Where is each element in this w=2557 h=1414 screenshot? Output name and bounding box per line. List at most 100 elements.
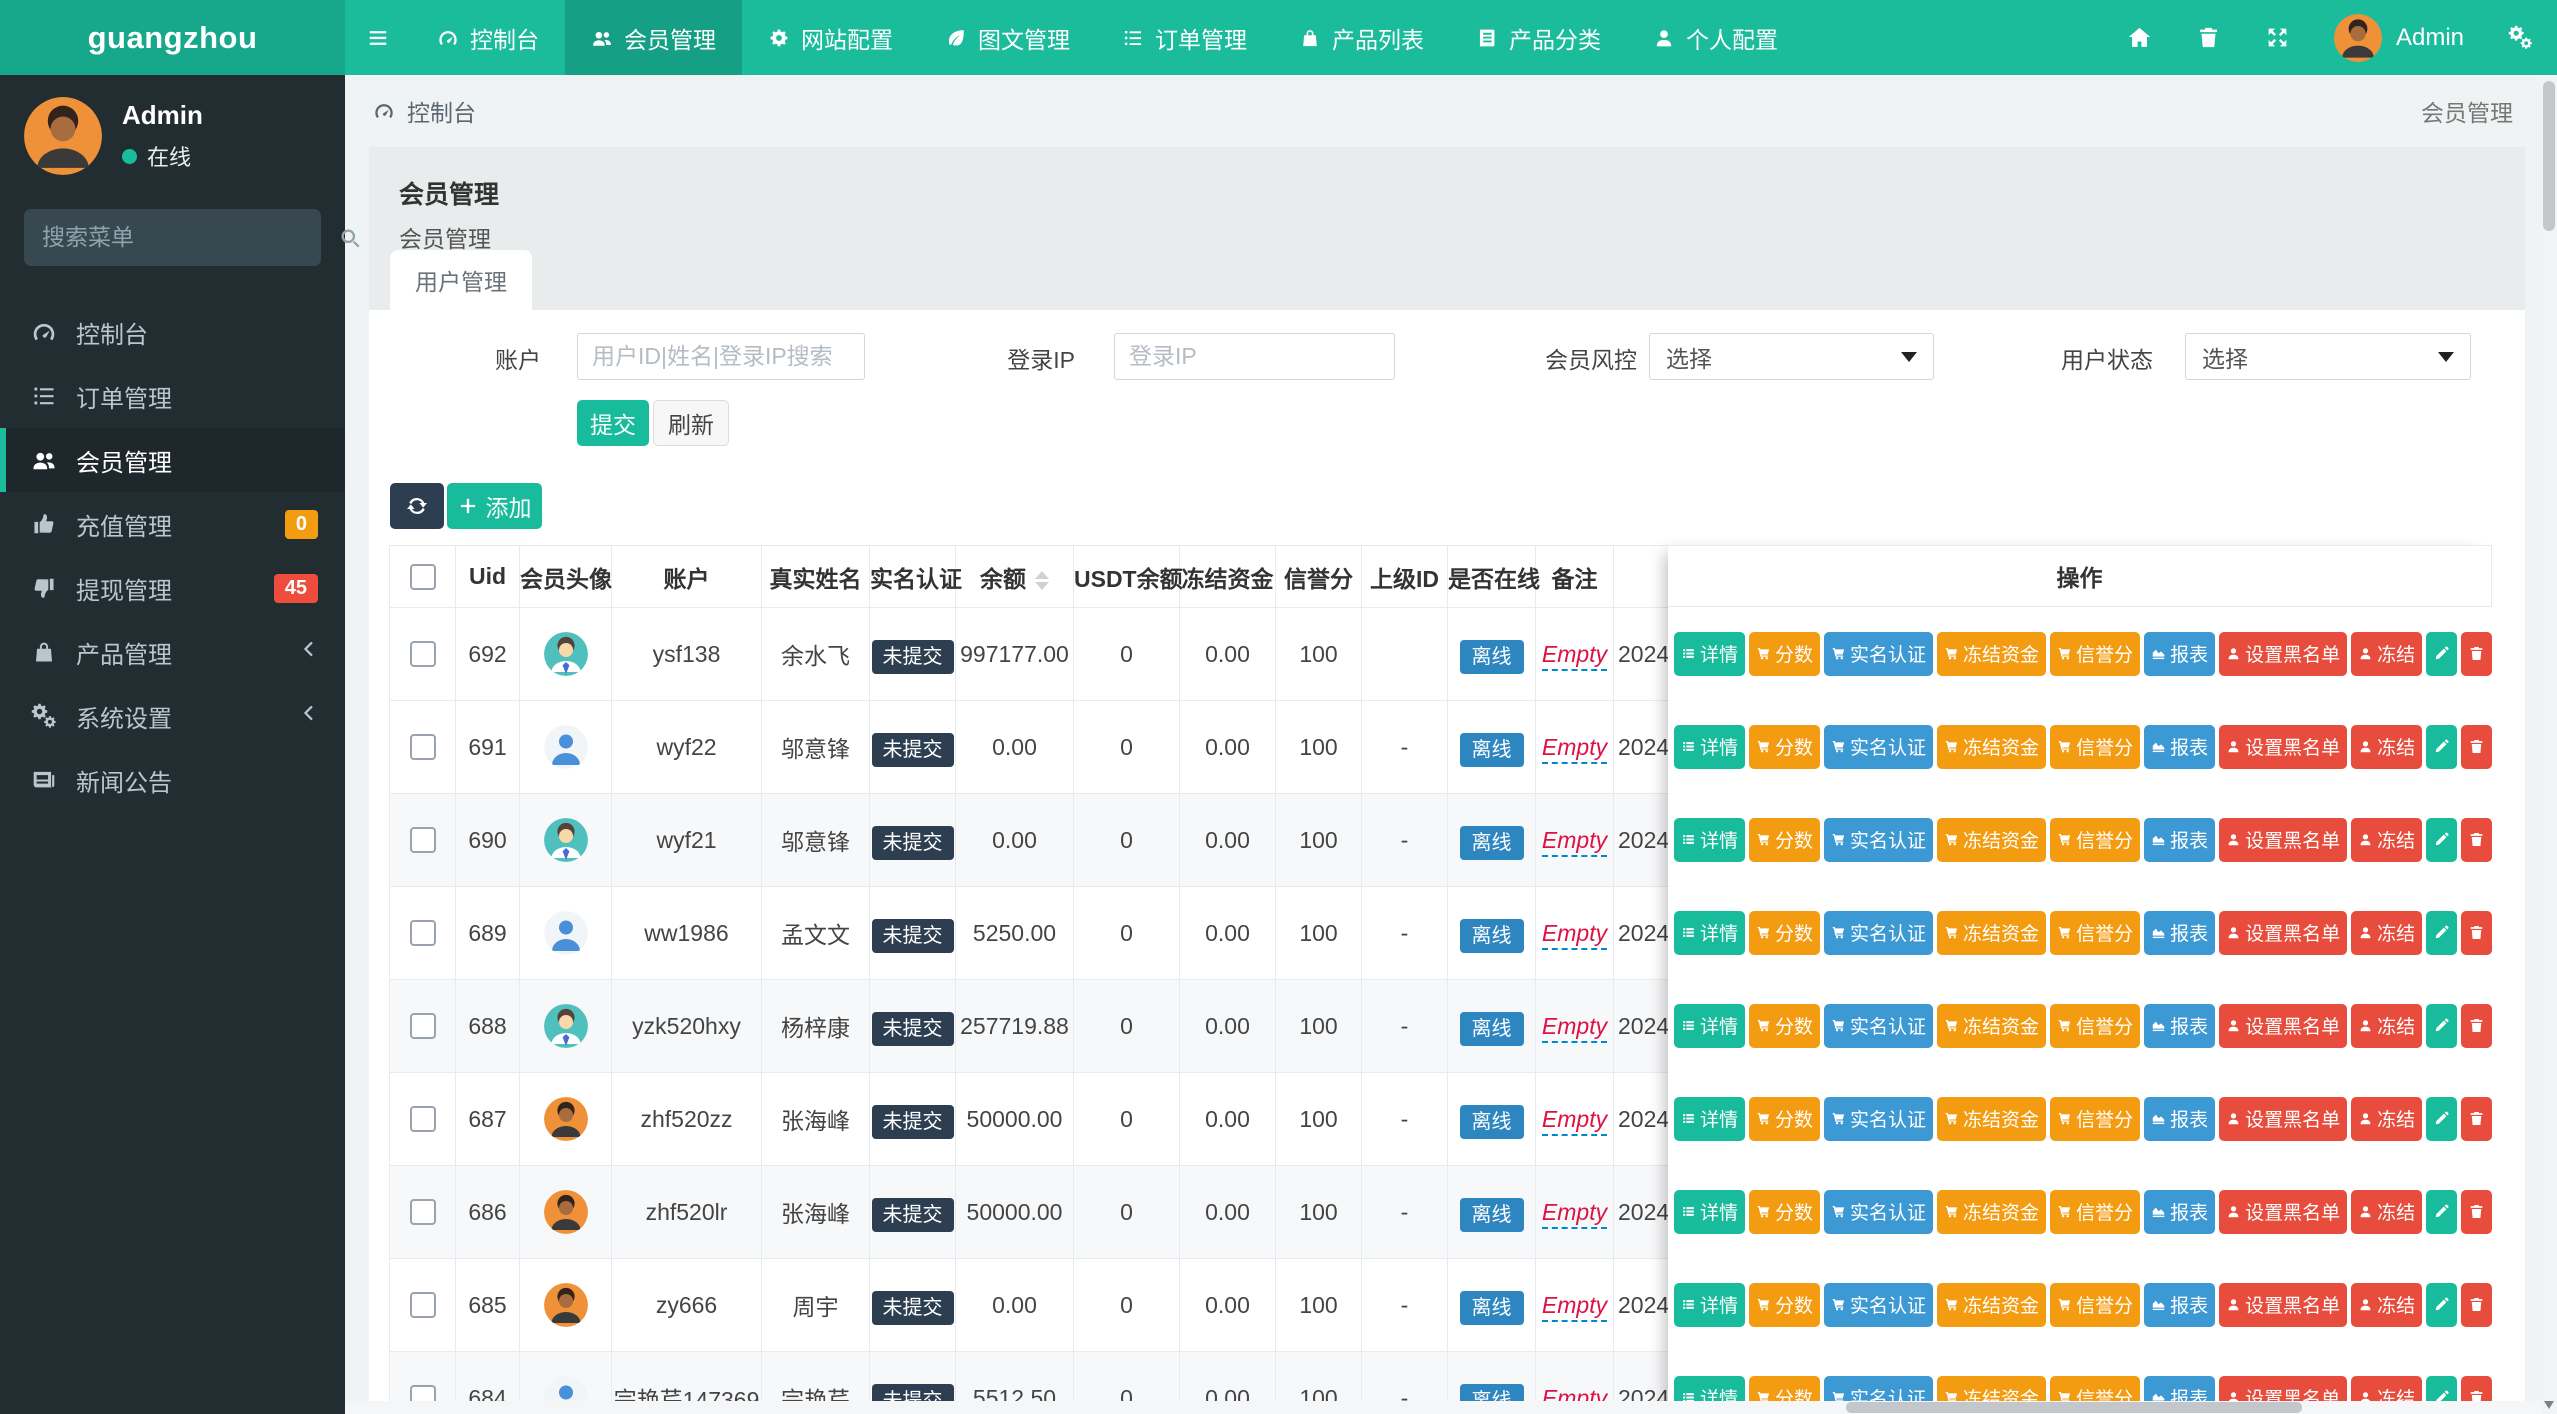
- sort-carets-icon[interactable]: [1035, 570, 1049, 590]
- row-checkbox-cell[interactable]: [389, 607, 456, 701]
- remark-cell[interactable]: Empty: [1535, 886, 1614, 980]
- user-menu[interactable]: Admin: [2333, 13, 2464, 62]
- account-search-input[interactable]: [577, 333, 865, 380]
- action-button-设置黑名单[interactable]: 设置黑名单: [2219, 817, 2348, 862]
- sidebar-item-系统设置[interactable]: 系统设置: [0, 684, 345, 748]
- action-button-分数[interactable]: 分数: [1749, 910, 1821, 955]
- remark-editable[interactable]: Empty: [1541, 826, 1608, 857]
- remark-cell[interactable]: Empty: [1535, 607, 1614, 701]
- action-button-冻结资金[interactable]: 冻结资金: [1937, 817, 2047, 862]
- action-button-设置黑名单[interactable]: 设置黑名单: [2219, 1096, 2348, 1141]
- action-button-分数[interactable]: 分数: [1749, 1096, 1821, 1141]
- action-button-冻结[interactable]: 冻结: [2351, 1282, 2423, 1327]
- action-button-信誉分[interactable]: 信誉分: [2050, 817, 2141, 862]
- sidebar-item-产品管理[interactable]: 产品管理: [0, 620, 345, 684]
- action-button-pencil[interactable]: [2426, 1096, 2458, 1141]
- action-button-trash[interactable]: [2461, 631, 2492, 676]
- action-button-trash[interactable]: [2461, 1003, 2492, 1048]
- topnav-item-图文管理[interactable]: 图文管理: [919, 0, 1096, 75]
- action-button-详情[interactable]: 详情: [1674, 1096, 1746, 1141]
- action-button-信誉分[interactable]: 信誉分: [2050, 910, 2141, 955]
- remark-editable[interactable]: Empty: [1541, 640, 1608, 671]
- action-button-trash[interactable]: [2461, 910, 2492, 955]
- action-button-实名认证[interactable]: 实名认证: [1824, 817, 1934, 862]
- remark-editable[interactable]: Empty: [1541, 919, 1608, 950]
- row-checkbox-cell[interactable]: [389, 1258, 456, 1352]
- action-button-分数[interactable]: 分数: [1749, 724, 1821, 769]
- action-button-设置黑名单[interactable]: 设置黑名单: [2219, 724, 2348, 769]
- remark-editable[interactable]: Empty: [1541, 1198, 1608, 1229]
- action-button-报表[interactable]: 报表: [2144, 1189, 2216, 1234]
- row-checkbox[interactable]: [409, 1013, 436, 1039]
- action-button-分数[interactable]: 分数: [1749, 817, 1821, 862]
- action-button-trash[interactable]: [2461, 724, 2492, 769]
- action-button-实名认证[interactable]: 实名认证: [1824, 1189, 1934, 1234]
- action-button-报表[interactable]: 报表: [2144, 724, 2216, 769]
- member-risk-select[interactable]: 选择: [1649, 333, 1934, 380]
- remark-cell[interactable]: Empty: [1535, 1072, 1614, 1166]
- action-button-pencil[interactable]: [2426, 724, 2458, 769]
- action-button-冻结资金[interactable]: 冻结资金: [1937, 1282, 2047, 1327]
- action-button-实名认证[interactable]: 实名认证: [1824, 1003, 1934, 1048]
- action-button-分数[interactable]: 分数: [1749, 1282, 1821, 1327]
- action-button-冻结[interactable]: 冻结: [2351, 1003, 2423, 1048]
- horizontal-scrollbar[interactable]: [345, 1401, 2541, 1414]
- action-button-分数[interactable]: 分数: [1749, 1189, 1821, 1234]
- scroll-down-arrow-icon[interactable]: [2544, 1401, 2554, 1409]
- remark-editable[interactable]: Empty: [1541, 1012, 1608, 1043]
- action-button-设置黑名单[interactable]: 设置黑名单: [2219, 1189, 2348, 1234]
- action-button-设置黑名单[interactable]: 设置黑名单: [2219, 631, 2348, 676]
- tab-user-management[interactable]: 用户管理: [390, 250, 532, 310]
- action-button-实名认证[interactable]: 实名认证: [1824, 910, 1934, 955]
- table-refresh-button[interactable]: [390, 483, 444, 529]
- action-button-设置黑名单[interactable]: 设置黑名单: [2219, 1003, 2348, 1048]
- action-button-分数[interactable]: 分数: [1749, 1003, 1821, 1048]
- action-button-报表[interactable]: 报表: [2144, 910, 2216, 955]
- refresh-button[interactable]: 刷新: [653, 400, 729, 446]
- action-button-信誉分[interactable]: 信誉分: [2050, 1003, 2141, 1048]
- trash-icon[interactable]: [2196, 25, 2221, 50]
- action-button-冻结[interactable]: 冻结: [2351, 910, 2423, 955]
- action-button-详情[interactable]: 详情: [1674, 1282, 1746, 1327]
- sidebar-item-充值管理[interactable]: 充值管理 0: [0, 492, 345, 556]
- horizontal-scrollbar-thumb[interactable]: [1846, 1402, 2302, 1413]
- row-checkbox-cell[interactable]: [389, 979, 456, 1073]
- action-button-pencil[interactable]: [2426, 631, 2458, 676]
- action-button-pencil[interactable]: [2426, 1189, 2458, 1234]
- action-button-报表[interactable]: 报表: [2144, 1003, 2216, 1048]
- action-button-报表[interactable]: 报表: [2144, 1282, 2216, 1327]
- search-icon[interactable]: [338, 226, 362, 250]
- row-checkbox[interactable]: [409, 1199, 436, 1225]
- breadcrumb-item[interactable]: 控制台: [407, 94, 476, 128]
- action-button-trash[interactable]: [2461, 1096, 2492, 1141]
- action-button-信誉分[interactable]: 信誉分: [2050, 1096, 2141, 1141]
- home-icon[interactable]: [2127, 25, 2152, 50]
- action-button-详情[interactable]: 详情: [1674, 631, 1746, 676]
- column-header-余额[interactable]: 余额: [955, 545, 1074, 608]
- action-button-报表[interactable]: 报表: [2144, 631, 2216, 676]
- topnav-item-产品分类[interactable]: 产品分类: [1450, 0, 1627, 75]
- action-button-信誉分[interactable]: 信誉分: [2050, 1189, 2141, 1234]
- action-button-信誉分[interactable]: 信誉分: [2050, 631, 2141, 676]
- action-button-分数[interactable]: 分数: [1749, 631, 1821, 676]
- action-button-冻结资金[interactable]: 冻结资金: [1937, 724, 2047, 769]
- row-checkbox-cell[interactable]: [389, 886, 456, 980]
- action-button-详情[interactable]: 详情: [1674, 910, 1746, 955]
- row-checkbox[interactable]: [409, 641, 436, 667]
- action-button-详情[interactable]: 详情: [1674, 817, 1746, 862]
- user-status-select[interactable]: 选择: [2185, 333, 2471, 380]
- topnav-item-产品列表[interactable]: 产品列表: [1273, 0, 1450, 75]
- row-checkbox[interactable]: [409, 1106, 436, 1132]
- action-button-设置黑名单[interactable]: 设置黑名单: [2219, 910, 2348, 955]
- action-button-trash[interactable]: [2461, 1282, 2492, 1327]
- action-button-冻结资金[interactable]: 冻结资金: [1937, 631, 2047, 676]
- action-button-报表[interactable]: 报表: [2144, 1096, 2216, 1141]
- action-button-pencil[interactable]: [2426, 1003, 2458, 1048]
- action-button-报表[interactable]: 报表: [2144, 817, 2216, 862]
- sidebar-item-提现管理[interactable]: 提现管理 45: [0, 556, 345, 620]
- action-button-详情[interactable]: 详情: [1674, 724, 1746, 769]
- row-checkbox[interactable]: [409, 920, 436, 946]
- action-button-pencil[interactable]: [2426, 1282, 2458, 1327]
- action-button-trash[interactable]: [2461, 1189, 2492, 1234]
- remark-editable[interactable]: Empty: [1541, 1105, 1608, 1136]
